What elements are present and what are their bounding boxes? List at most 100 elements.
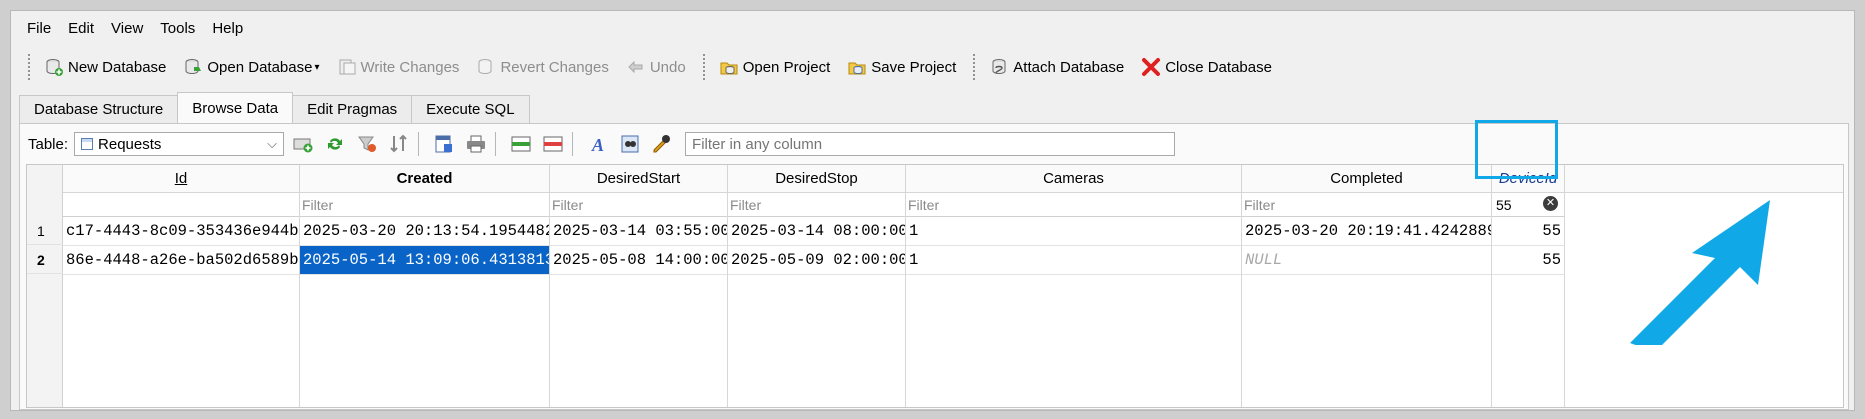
main-tabs: Database Structure Browse Data Edit Prag…: [19, 92, 530, 123]
open-project-icon: [718, 56, 740, 78]
row-number[interactable]: 2: [27, 246, 63, 274]
empty-header: [1565, 165, 1843, 193]
clear-sorting-icon[interactable]: [386, 131, 412, 157]
menu-edit[interactable]: Edit: [68, 20, 94, 37]
chevron-down-icon: ⌵: [267, 136, 278, 151]
table-cell[interactable]: 2025-03-20 20:13:54.1954482: [300, 217, 549, 246]
undo-label: Undo: [649, 58, 686, 76]
close-database-button[interactable]: Close Database: [1134, 51, 1278, 83]
new-database-label: New Database: [68, 58, 167, 76]
column-desiredstop: DesiredStop Filter 2025-03-14 08:00:00 2…: [728, 165, 906, 407]
browse-data-panel: Table: Requests ⌵ A Filter in any column…: [19, 123, 1849, 410]
table-cell[interactable]: 55: [1492, 246, 1564, 275]
table-cell[interactable]: 2025-05-09 02:00:00: [728, 246, 905, 275]
toolbar-grip[interactable]: [27, 53, 31, 81]
table-cell[interactable]: 86e-4448-a26e-ba502d6589bb: [63, 246, 299, 275]
table-select[interactable]: Requests ⌵: [74, 132, 285, 156]
undo-icon: [625, 56, 647, 78]
delete-record-icon[interactable]: [540, 131, 566, 157]
column-deviceid: DeviceId 55 ✕ 55 55: [1492, 165, 1565, 407]
table-cell[interactable]: c17-4443-8c09-353436e944b5: [63, 217, 299, 246]
toolbar-grip[interactable]: [972, 53, 977, 81]
dropdown-arrow-icon[interactable]: ▾: [314, 62, 319, 73]
save-table-icon[interactable]: [431, 131, 457, 157]
filter-field-desiredstop[interactable]: Filter: [728, 193, 905, 217]
refresh-icon[interactable]: [322, 131, 348, 157]
table-cell-null[interactable]: NULL: [1242, 246, 1491, 275]
svg-text:A: A: [591, 135, 604, 155]
row-header-column: 1 2: [27, 165, 63, 407]
selected-table-value: Requests: [98, 135, 162, 153]
column-header-desiredstop[interactable]: DesiredStop: [728, 165, 905, 193]
pointer-arrow-icon: [1630, 200, 1770, 345]
menu-view[interactable]: View: [111, 20, 143, 37]
table-cell[interactable]: 2025-03-20 20:19:41.4242889: [1242, 217, 1491, 246]
clear-filters-icon[interactable]: [354, 131, 380, 157]
write-changes-button[interactable]: Write Changes: [330, 51, 466, 83]
column-header-id[interactable]: Id: [63, 165, 299, 193]
menu-file[interactable]: File: [27, 20, 51, 37]
column-header-created[interactable]: Created: [300, 165, 549, 193]
find-replace-icon[interactable]: [649, 131, 675, 157]
tab-edit-pragmas[interactable]: Edit Pragmas: [292, 95, 413, 123]
table-cell[interactable]: 55: [1492, 217, 1564, 246]
open-database-button[interactable]: Open Database ▾: [176, 51, 325, 83]
new-database-icon: [43, 56, 65, 78]
menu-tools[interactable]: Tools: [160, 20, 195, 37]
tab-browse-data[interactable]: Browse Data: [177, 92, 294, 123]
column-header-cameras[interactable]: Cameras: [906, 165, 1241, 193]
row-number[interactable]: 1: [27, 217, 63, 245]
attach-database-button[interactable]: Attach Database: [982, 51, 1130, 83]
toolbar-separator: [495, 132, 497, 156]
tab-execute-sql[interactable]: Execute SQL: [411, 95, 530, 123]
tab-database-structure[interactable]: Database Structure: [19, 95, 179, 123]
column-header-completed[interactable]: Completed: [1242, 165, 1491, 193]
write-changes-label: Write Changes: [360, 58, 460, 76]
filter-field-desiredstart[interactable]: Filter: [550, 193, 727, 217]
filter-field-created[interactable]: Filter: [300, 193, 549, 217]
save-project-label: Save Project: [871, 58, 957, 76]
filter-field-cameras[interactable]: Filter: [906, 193, 1241, 217]
insert-record-icon[interactable]: [290, 131, 316, 157]
open-database-label: Open Database: [207, 58, 313, 76]
table-cell[interactable]: 1: [906, 246, 1241, 275]
filter-field-deviceid[interactable]: 55 ✕: [1492, 193, 1564, 217]
attach-database-label: Attach Database: [1013, 58, 1125, 76]
filter-field-completed[interactable]: Filter: [1242, 193, 1491, 217]
app-window: File Edit View Tools Help New Database O…: [10, 10, 1855, 411]
table-cell[interactable]: 2025-03-14 03:55:00: [550, 217, 727, 246]
open-project-button[interactable]: Open Project: [712, 51, 837, 83]
table-cell-selected[interactable]: 2025-05-14 13:09:06.4313813: [300, 246, 549, 275]
open-project-label: Open Project: [742, 58, 831, 76]
save-project-button[interactable]: Save Project: [840, 51, 962, 83]
revert-changes-label: Revert Changes: [500, 58, 609, 76]
table-cell[interactable]: 1: [906, 217, 1241, 246]
highlight-box: [1475, 120, 1558, 179]
clear-filter-icon[interactable]: ✕: [1543, 196, 1558, 211]
undo-button[interactable]: Undo: [619, 51, 692, 83]
insert-record-icon[interactable]: [508, 131, 534, 157]
column-header-desiredstart[interactable]: DesiredStart: [550, 165, 727, 193]
open-database-icon: [182, 56, 204, 78]
new-database-button[interactable]: New Database: [37, 51, 172, 83]
write-changes-icon: [336, 56, 358, 78]
save-project-icon: [846, 56, 868, 78]
filter-field-id[interactable]: Filter: [63, 193, 299, 217]
toolbar-separator: [572, 132, 574, 156]
toolbar-grip[interactable]: [701, 53, 706, 81]
attach-database-icon: [988, 56, 1010, 78]
table-grid-icon: [81, 138, 94, 150]
table-cell[interactable]: 2025-03-14 08:00:00: [728, 217, 905, 246]
table-cell[interactable]: 2025-05-08 14:00:00: [550, 246, 727, 275]
revert-changes-button[interactable]: Revert Changes: [469, 51, 614, 83]
filter-any-column-input[interactable]: [685, 132, 1176, 156]
close-database-icon: [1140, 56, 1162, 78]
menu-bar: File Edit View Tools Help: [11, 11, 1854, 45]
menu-help[interactable]: Help: [212, 20, 243, 37]
column-created: Created Filter 2025-03-20 20:13:54.19544…: [300, 165, 550, 407]
main-toolbar: New Database Open Database ▾ Write Chang…: [11, 47, 1854, 87]
font-icon[interactable]: A: [585, 131, 611, 157]
find-icon[interactable]: [617, 131, 643, 157]
data-grid: 1 2 Id Filter c17-4443-8c09-353436e944b5…: [26, 164, 1844, 408]
print-icon[interactable]: [463, 131, 489, 157]
